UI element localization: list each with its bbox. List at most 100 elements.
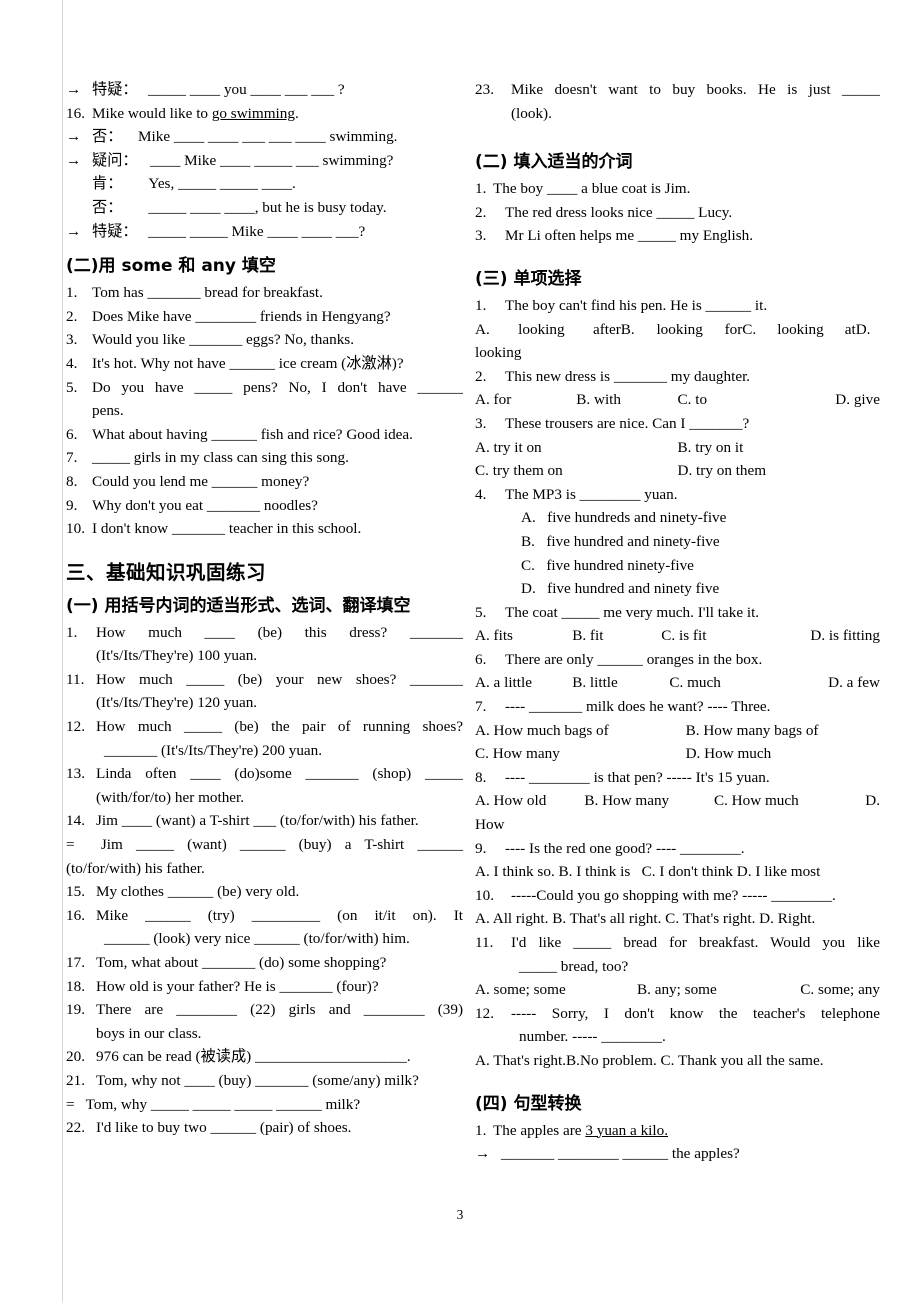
item-line-1: Mike doesn't want to buy books. He is ju… [511, 81, 880, 98]
item-number: 18. [66, 977, 85, 995]
mc-option[interactable]: A. fits [475, 624, 572, 648]
item-number: 4. [475, 485, 487, 503]
transform-line: → 特疑： _____ ____ you ____ ___ ___ ? [66, 78, 463, 102]
item-text: Could you lend me ______ money? [92, 472, 310, 490]
list-item: 18. How old is your father? He is ______… [66, 975, 463, 999]
list-item: 20. 976 can be read (被读成) ______________… [66, 1045, 463, 1069]
underlined-phrase: go swimming [211, 104, 295, 122]
mc-option[interactable]: D. a few [775, 671, 880, 695]
mc-option[interactable]: B. How many bags of [686, 719, 880, 743]
item-number: 15. [66, 883, 85, 901]
list-item: 2. Does Mike have ________ friends in He… [66, 305, 463, 329]
item-line-1: Do you have _____ pens? No, I don't have… [92, 378, 463, 396]
mc-option[interactable]: A. How much bags of [475, 719, 686, 743]
item-text: Does Mike have ________ friends in Hengy… [92, 307, 391, 325]
mc-options: A. How old B. How many C. How much D. [475, 789, 880, 813]
question-stem: ---- _______ milk does he want? ---- Thr… [505, 698, 771, 716]
list-item: 14. Jim ____ (want) a T-shirt ___ (to/fo… [66, 809, 463, 880]
list-item: 10. I don't know _______ teacher in this… [66, 517, 463, 541]
item-number: 3. [66, 331, 78, 349]
item-text: Mike ______ (try) _________ (on it/it on… [96, 904, 463, 951]
mc-option[interactable]: B. with [576, 388, 677, 412]
mc-question: 6. There are only ______ oranges in the … [475, 648, 880, 672]
mc-option[interactable]: D. How much [686, 742, 880, 766]
list-item: 1. How much ____ (be) this dress? ______… [66, 621, 463, 668]
mc-options-inline[interactable]: A. I think so. B. I think is C. I don't … [475, 860, 880, 884]
mc-options-inline[interactable]: A. All right. B. That's all right. C. Th… [475, 907, 880, 931]
mc-options: A. a little B. little C. much D. a few [475, 671, 880, 695]
mc-option[interactable]: D. is fitting [775, 624, 880, 648]
mc-option[interactable]: A. looking after [475, 318, 621, 342]
mc-option[interactable]: B. fit [572, 624, 661, 648]
mc-option[interactable]: A. a little [475, 671, 572, 695]
mc-question: 11. I'd like _____ bread for breakfast. … [475, 931, 880, 978]
item-text: How much ____ (be) this dress? _______ (… [96, 621, 463, 668]
item-text: 976 can be read (被读成) __________________… [96, 1048, 411, 1066]
item-number: 1. [475, 296, 487, 314]
mc-option[interactable]: A. How old [475, 789, 584, 813]
item-number: 9. [66, 496, 78, 514]
transform-line-negative: → 否： Mike ____ ____ ___ ___ ____ swimmin… [66, 125, 463, 149]
list-item: 15. My clothes ______ (be) very old. [66, 880, 463, 904]
list-item: 19. There are ________ (22) girls and __… [66, 998, 463, 1045]
mc-option[interactable]: B. any; some [637, 978, 783, 1002]
mc-option[interactable]: D. give [779, 388, 880, 412]
mc-option[interactable]: C. looking at [742, 318, 855, 342]
item-text: _____ girls in my class can sing this so… [92, 449, 349, 467]
mc-option[interactable]: B. try on it [678, 436, 881, 460]
mc-option-letter[interactable]: D. [848, 789, 880, 813]
item-text: It's hot. Why not have ______ ice cream … [92, 354, 404, 372]
list-item: 17. Tom, what about _______ (do) some sh… [66, 951, 463, 975]
mc-option[interactable]: B. five hundred and ninety-five [475, 530, 880, 554]
mc-option[interactable]: B. looking for [621, 318, 743, 342]
item-line-2: = Jim _____ (want) ______ (buy) a T-shir… [66, 836, 463, 854]
mc-option-continued[interactable]: How [475, 813, 880, 837]
left-column: → 特疑： _____ ____ you ____ ___ ___ ? 16. … [66, 78, 471, 1166]
item-text: Tom has _______ bread for breakfast. [92, 284, 323, 302]
mc-option[interactable]: D. five hundred and ninety five [475, 577, 880, 601]
mc-question: 2. This new dress is _______ my daughter… [475, 365, 880, 389]
mc-option[interactable]: C. some; any [783, 978, 880, 1002]
item-text: Tom, what about _______ (do) some shoppi… [96, 954, 387, 971]
carryover-block: → 特疑： _____ ____ you ____ ___ ___ ? 16. … [66, 78, 463, 243]
mc-option[interactable]: A. try it on [475, 436, 678, 460]
item-number: 6. [475, 650, 487, 668]
line-text: _____ ____ you ____ ___ ___ ? [148, 81, 345, 98]
item-text: How much _____ (be) the pair of running … [96, 715, 463, 762]
mc-option[interactable]: C. How many [475, 742, 686, 766]
item-number: 5. [475, 603, 487, 621]
mc-option[interactable]: C. try them on [475, 459, 678, 483]
mc-option[interactable]: B. little [572, 671, 669, 695]
answer-negative: 否： _____ ____ ____, but he is busy today… [66, 196, 463, 220]
item-line-1: Mike ______ (try) _________ (on it/it on… [96, 906, 463, 924]
list-item: 2. The red dress looks nice _____ Lucy. [475, 201, 880, 225]
mc-option[interactable]: A. five hundreds and ninety-five [475, 506, 880, 530]
question-stem: I'd like _____ bread for breakfast. Woul… [511, 931, 880, 978]
heading-fill-in-forms: (一) 用括号内词的适当形式、选词、翻译填空 [66, 595, 411, 616]
mc-options-inline[interactable]: A. That's right.B.No problem. C. Thank y… [475, 1049, 880, 1073]
mc-option[interactable]: C. to [678, 388, 779, 412]
item-number: 3. [475, 227, 487, 245]
mc-option-continued[interactable]: looking [475, 341, 880, 365]
mc-option-letter[interactable]: D. [856, 318, 880, 342]
numbered-item-23: 23. Mike doesn't want to buy books. He i… [475, 78, 880, 125]
mc-option[interactable]: D. try on them [678, 459, 881, 483]
mc-option[interactable]: C. five hundred ninety-five [475, 554, 880, 578]
mc-options: A. How much bags of B. How many bags of [475, 719, 880, 743]
mc-option[interactable]: C. much [669, 671, 774, 695]
item-number: 2. [66, 307, 78, 325]
mc-option[interactable]: B. How many [584, 789, 714, 813]
line-label: 否： [92, 198, 123, 216]
heading-prepositions: (二) 填入适当的介词 [475, 152, 633, 173]
item-number: 2. [475, 367, 487, 385]
item-line-2: pens. [92, 402, 124, 420]
mc-option[interactable]: A. for [475, 388, 576, 412]
item-line-2: (It's/Its/They're) 120 yuan. [96, 694, 258, 712]
mc-option[interactable]: C. is fit [661, 624, 774, 648]
mc-option[interactable]: C. How much [714, 789, 848, 813]
list-item: 6. What about having ______ fish and ric… [66, 423, 463, 447]
mc-option[interactable]: A. some; some [475, 978, 637, 1002]
item-line-1: How much ____ (be) this dress? _______ [96, 623, 463, 641]
item-number: 21. [66, 1071, 85, 1089]
